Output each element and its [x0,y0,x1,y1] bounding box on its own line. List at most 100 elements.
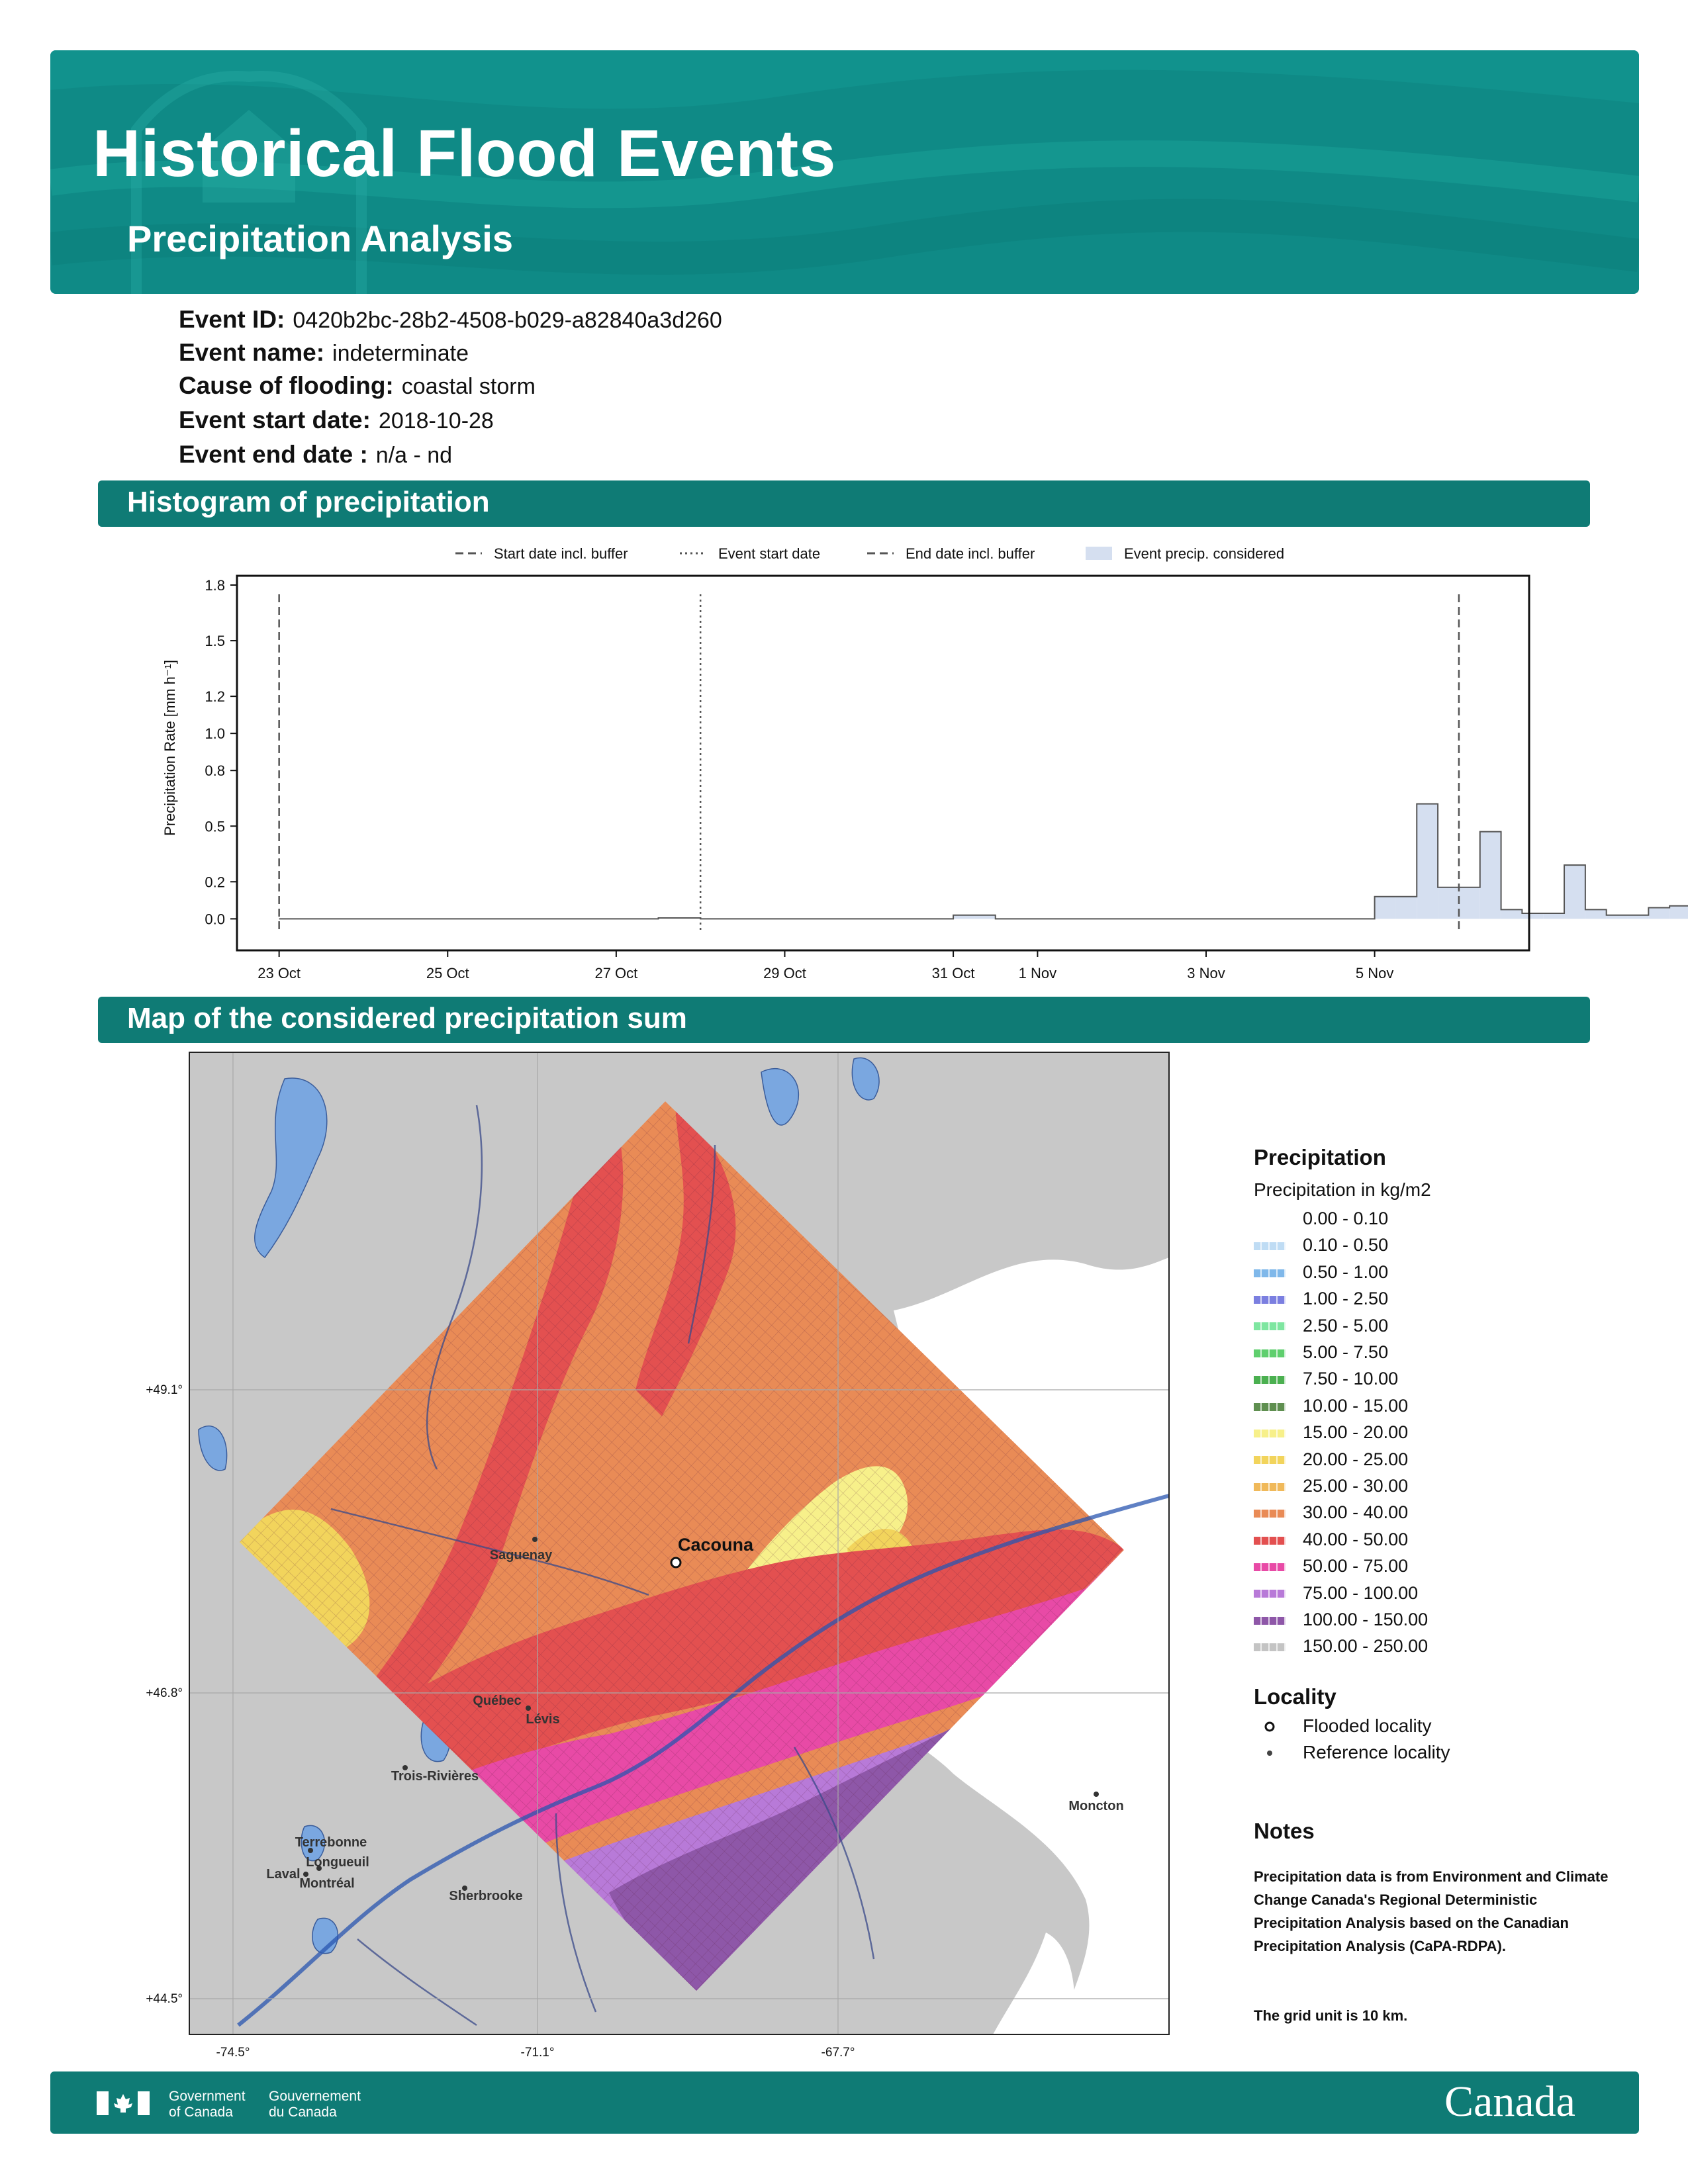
legend-color-swatch [1254,1349,1286,1357]
legend-range-label: 0.50 - 1.00 [1303,1261,1389,1282]
event-start-label: Event start date: [179,406,371,433]
histogram-y-axis-label: Precipitation Rate [mm h⁻¹] [162,660,178,836]
event-start-value: 2018-10-28 [378,408,494,433]
gov-en: Government of Canada [169,2089,246,2120]
legend-range-label: 20.00 - 25.00 [1303,1449,1409,1469]
flooded-locality-marker [670,1557,682,1569]
histogram-legend: Start date incl. buffer Event start date… [455,545,1284,562]
event-end-label: Event end date : [179,441,368,468]
histogram-x-tick-label: 3 Nov [1187,965,1225,981]
legend-range-label: 15.00 - 20.00 [1303,1422,1409,1443]
city-dot [526,1706,531,1711]
histogram-bar [1648,907,1670,919]
legend-reference-locality: Reference locality [1254,1742,1450,1763]
legend-color-swatch [1254,1616,1286,1625]
legend-color-swatch [1254,1269,1286,1277]
page-subtitle: Precipitation Analysis [127,218,513,259]
city-label-trois-rivieres: Trois-Rivières [391,1769,479,1784]
legend-color-swatch [1254,1376,1286,1385]
histogram-bar [1669,905,1688,919]
precip-legend-subtitle: Precipitation in kg/m2 [1254,1179,1431,1200]
event-id-value: 0420b2bc-28b2-4508-b029-a82840a3d260 [293,308,722,333]
histogram-bar [1395,896,1417,919]
city-label-longueuil: Longueuil [306,1855,369,1870]
legend-range-label: 1.00 - 2.50 [1303,1289,1389,1309]
legend-range-label: 150.00 - 250.00 [1303,1636,1429,1657]
legend-color-swatch [1254,1242,1286,1251]
legend-color-swatch [1254,1296,1286,1304]
histogram-y-tick-label: 1.0 [205,725,225,742]
histogram-x-tick-label: 29 Oct [763,965,806,981]
precip-legend-item: 150.00 - 250.00 [1254,1636,1428,1660]
locality-legend-title: Locality [1254,1684,1336,1709]
legend-color-swatch [1254,1590,1286,1598]
city-label-terrebonne: Terrebonne [295,1835,367,1850]
legend-range-label: 0.10 - 0.50 [1303,1235,1389,1255]
notes-title: Notes [1254,1819,1315,1843]
histogram-bar [1458,887,1480,919]
precip-legend-item: 2.50 - 5.00 [1254,1316,1388,1340]
event-cause-row: Cause of flooding: coastal storm [179,372,536,400]
city-label-levis: Lévis [526,1712,559,1727]
histogram-frame [236,574,1530,952]
city-dot [1094,1792,1099,1797]
legend-range-label: 40.00 - 50.00 [1303,1529,1409,1549]
legend-flooded-locality: Flooded locality [1254,1715,1432,1737]
histogram-bar [1438,887,1459,919]
histogram-y-tick-label: 1.2 [205,688,225,705]
precip-legend-item: 50.00 - 75.00 [1254,1556,1408,1580]
legend-range-label: 5.00 - 7.50 [1303,1342,1389,1362]
histogram-bar [1585,909,1607,919]
city-label-quebec: Québec [473,1694,521,1708]
notes-text-grid: The grid unit is 10 km. [1254,2007,1408,2024]
legend-color-swatch [1254,1215,1286,1224]
histogram-bar [1417,803,1438,919]
event-start-row: Event start date: 2018-10-28 [179,406,494,434]
histogram-bar [1564,865,1585,919]
histogram-y-tick-label: 0.0 [205,911,225,927]
histogram-section-title: Histogram of precipitation [127,486,490,518]
event-cause-label: Cause of flooding: [179,372,394,399]
histogram-x-tick-label: 1 Nov [1019,965,1056,981]
city-label-montreal: Montréal [299,1876,354,1891]
legend-precip-label: Event precip. considered [1124,545,1284,562]
gov-en-line2: of Canada [169,2105,233,2120]
legend-color-swatch [1254,1563,1286,1572]
event-cause-value: coastal storm [401,374,536,399]
event-id-label: Event ID: [179,306,285,333]
event-name-row: Event name: indeterminate [179,339,469,367]
event-id-row: Event ID: 0420b2bc-28b2-4508-b029-a82840a… [179,306,722,334]
city-dot [532,1537,538,1542]
precip-legend-item: 0.10 - 0.50 [1254,1235,1388,1259]
map-lat-label: +44.5° [146,1992,183,2006]
precip-legend-item: 20.00 - 25.00 [1254,1449,1408,1473]
city-label-laval: Laval [266,1867,300,1882]
histogram-x-tick-label: 27 Oct [594,965,637,981]
histogram-x-tick-label: 25 Oct [426,965,469,981]
legend-color-swatch [1254,1456,1286,1465]
histogram-bar [1479,831,1501,919]
precipitation-map: Saguenay Québec Lévis Trois-Rivières Ter… [146,1052,1170,2060]
notes-text-source: Precipitation data is from Environment a… [1254,1868,1609,1954]
histogram-plot-area: 0.0 0.2 0.5 0.8 1.0 1.2 1.5 1.8 23 Oct 25 Oct 27 O… [205,574,1688,981]
map-lon-label: -67.7° [821,2046,855,2060]
map-lon-label: -74.5° [216,2046,250,2060]
precip-legend-item: 1.00 - 2.50 [1254,1289,1388,1312]
legend-range-label: 2.50 - 5.00 [1303,1315,1389,1336]
legend-start-buffer-label: Start date incl. buffer [494,545,628,562]
event-name-label: Event name: [179,339,325,366]
event-name-value: indeterminate [332,341,469,366]
histogram-bar [1522,913,1544,919]
dot-icon [1254,1742,1286,1763]
histogram-bar [1543,913,1565,919]
legend-range-label: 7.50 - 10.00 [1303,1369,1399,1389]
legend-range-label: 0.00 - 0.10 [1303,1208,1389,1228]
legend-reference-label: Reference locality [1303,1742,1450,1762]
histogram-x-tick-label: 23 Oct [258,965,301,981]
legend-range-label: 10.00 - 15.00 [1303,1395,1409,1416]
legend-event-start-label: Event start date [718,545,820,562]
legend-color-swatch [1254,1430,1286,1438]
gov-fr-line2: du Canada [269,2105,337,2120]
precip-legend-item: 0.50 - 1.00 [1254,1262,1388,1286]
legend-color-swatch [1254,1643,1286,1652]
